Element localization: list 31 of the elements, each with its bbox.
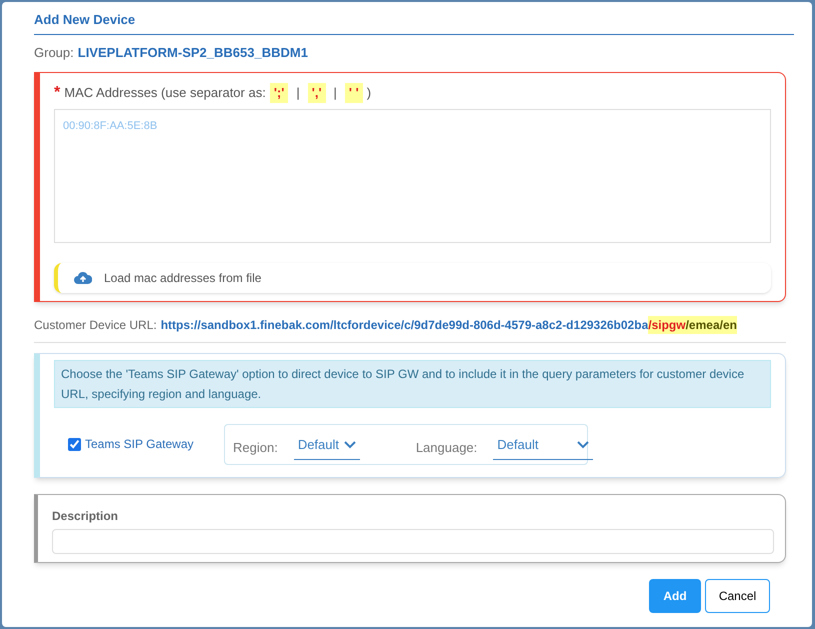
cloud-upload-icon xyxy=(74,271,92,285)
description-label: Description xyxy=(52,508,120,524)
separator-divider: | xyxy=(296,84,300,102)
separator-divider: | xyxy=(334,84,337,102)
description-field[interactable] xyxy=(52,528,774,554)
separator-chip: ',' xyxy=(308,83,326,103)
checkbox-label: Teams SIP Gateway xyxy=(85,436,194,454)
sip-checkbox[interactable] xyxy=(68,438,81,451)
dialog-title: Add New Device xyxy=(34,10,794,34)
mac-label-end: ) xyxy=(366,84,372,102)
info-message: Choose the 'Teams SIP Gateway' option to direct device to SIP GW and to include it in the query parameters for customer device URL, specifying region and language. xyxy=(54,360,771,408)
required-mark: * xyxy=(54,83,60,103)
chevron-down-icon xyxy=(577,440,590,449)
separator-chip: ' ' xyxy=(344,83,363,103)
group-label: Group: xyxy=(34,44,74,62)
separator-chip: ';' xyxy=(270,83,288,103)
add-button[interactable]: Add xyxy=(649,578,701,612)
dropdown[interactable]: Default xyxy=(294,435,360,460)
url-link[interactable]: https://sandbox1.finebak.com/ltcfordevice/c/9d7de99d-806d-4579-a8c2-d129326b02ba xyxy=(160,316,648,334)
dropdown[interactable]: Default xyxy=(493,435,594,460)
url-segment: /sipgw xyxy=(648,316,686,334)
chevron-down-icon xyxy=(344,440,356,449)
url-label: Customer Device URL: xyxy=(34,317,157,334)
select-label: Region: xyxy=(233,438,278,457)
cancel-button[interactable]: Cancel xyxy=(705,578,770,612)
select-label: Language: xyxy=(416,438,478,457)
mac-addresses-field[interactable]: 00:90:8F:AA:5E:8B xyxy=(54,109,771,243)
group-value: LIVEPLATFORM-SP2_BB653_BBDM1 xyxy=(78,44,308,62)
url-segment: /emea/en xyxy=(686,316,737,334)
mac-label: MAC Addresses (use separator as: xyxy=(64,84,266,102)
load-file-button[interactable]: Load mac addresses from file xyxy=(54,263,771,293)
